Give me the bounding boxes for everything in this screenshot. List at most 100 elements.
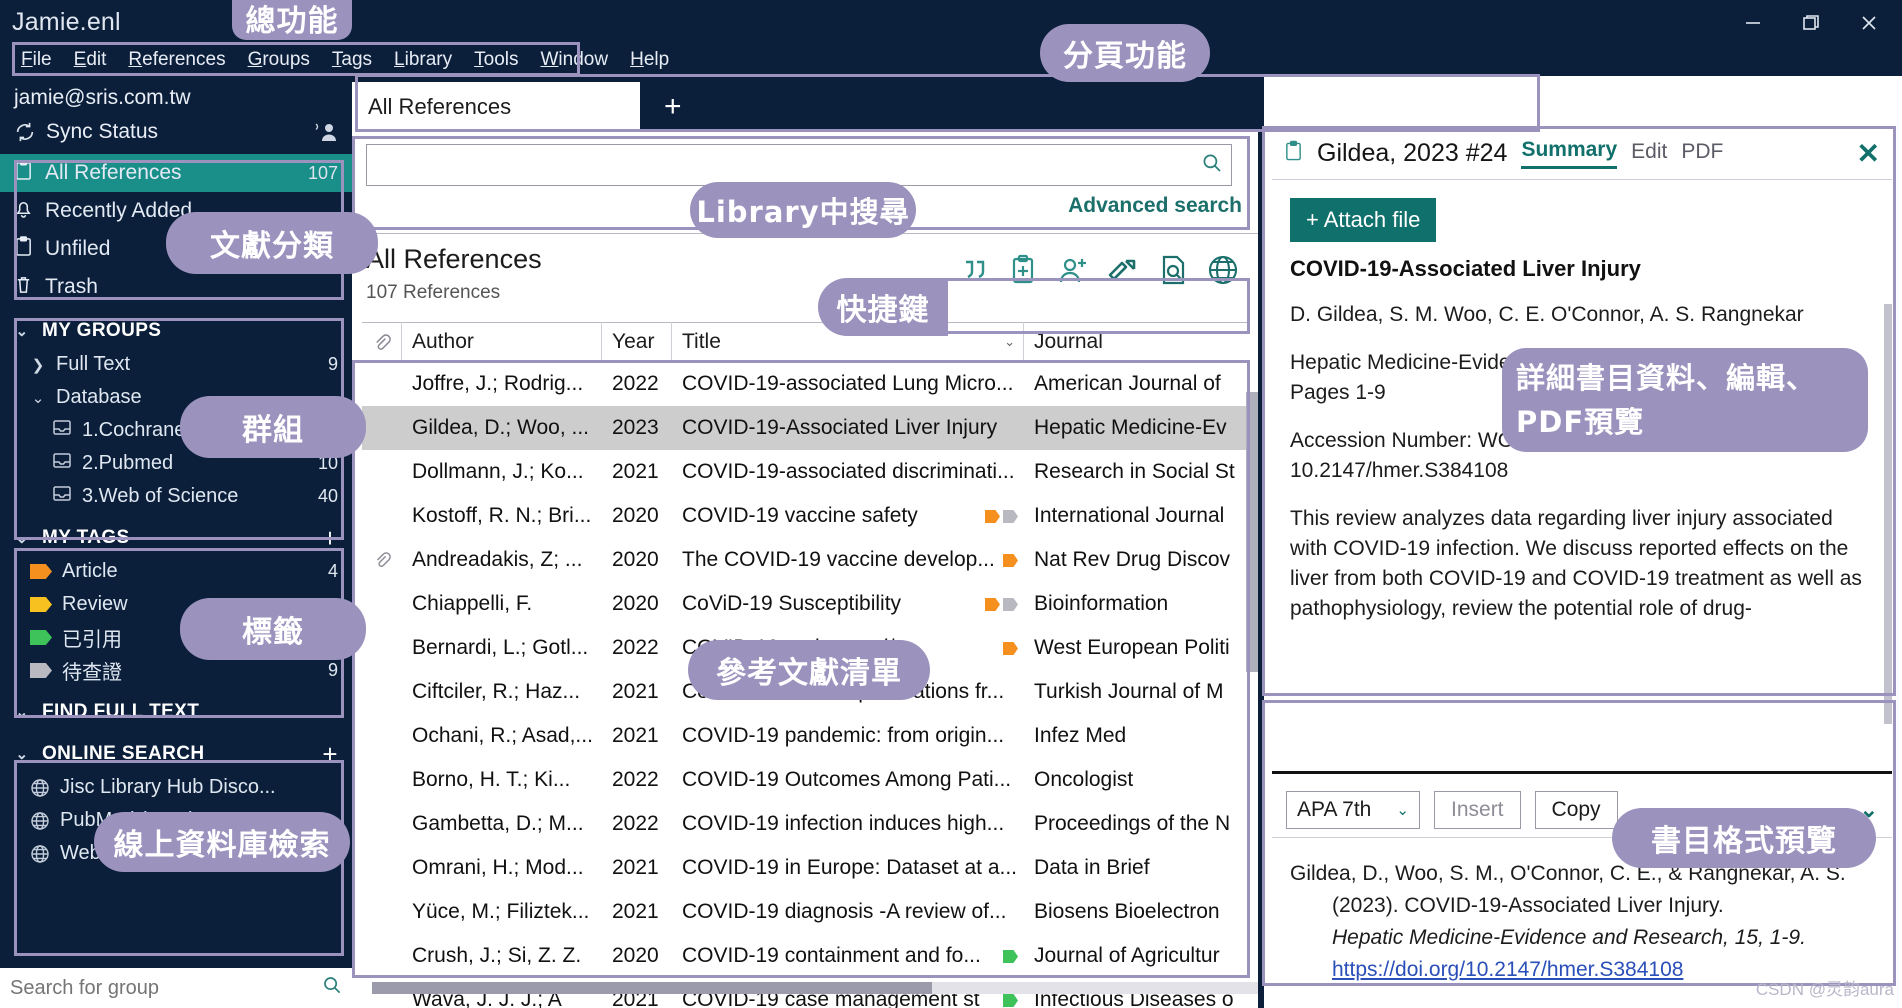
tab-summary[interactable]: Summary — [1521, 138, 1618, 169]
citation-doi-link[interactable]: https://doi.org/10.2147/hmer.S384108 — [1332, 958, 1683, 981]
menu-help[interactable]: Help — [619, 46, 680, 74]
sync-status-row[interactable]: Sync Status — [0, 116, 352, 154]
table-row[interactable]: Gildea, D.; Woo, ... 2023 COVID-19-Associa… — [362, 406, 1248, 450]
cell-author: Omrani, H.; Mod... — [412, 856, 584, 879]
add-tab-icon[interactable]: + — [640, 90, 704, 132]
table-row[interactable]: Kostoff, R. N.; Bri... 2020 COVID-19 vacci… — [362, 494, 1248, 538]
column-header-journal[interactable]: Journal — [1024, 322, 1248, 362]
menu-window[interactable]: Window — [529, 46, 619, 74]
tag-count: 4 — [327, 561, 338, 581]
copy-button[interactable]: Copy — [1534, 790, 1618, 829]
cell-journal: Biosens Bioelectron — [1034, 900, 1220, 923]
reference-authors: D. Gildea, S. M. Woo, C. E. O'Connor, A.… — [1290, 303, 1804, 326]
globe-icon[interactable] — [1206, 253, 1240, 287]
menu-tags[interactable]: Tags — [321, 46, 383, 74]
attachment-icon — [362, 890, 402, 934]
export-arrow-icon[interactable] — [1106, 253, 1140, 287]
maximize-icon[interactable] — [1782, 0, 1840, 46]
tag-item-article[interactable]: Article 4 — [0, 555, 352, 588]
find-fulltext-icon[interactable] — [1156, 253, 1190, 287]
sidebar-item-all-references[interactable]: All References 107 — [0, 154, 352, 192]
cell-title: COVID-19-associated discriminati... — [682, 460, 1015, 483]
chevron-right-icon[interactable]: ❯ — [30, 356, 46, 374]
column-header-attachment[interactable] — [362, 322, 402, 362]
menu-library[interactable]: Library — [383, 46, 463, 74]
add-author-icon[interactable] — [1056, 253, 1090, 287]
menu-edit[interactable]: Edit — [63, 46, 118, 74]
tag-color-icon — [30, 663, 52, 678]
group-item-full-text[interactable]: ❯ Full Text 9 — [0, 348, 352, 381]
quote-icon[interactable] — [956, 253, 990, 287]
chevron-down-icon[interactable]: ⌄ — [30, 389, 46, 407]
table-row[interactable]: Andreadakis, Z; ... 2020 The COVID-19 vacc… — [362, 538, 1248, 582]
table-row[interactable]: Chiappelli, F. 2020 CoViD-19 Susceptibilit… — [362, 582, 1248, 626]
callout-main-functions: 總功能 — [232, 0, 352, 40]
callout-reference-list: 參考文獻清單 — [688, 640, 930, 700]
cell-author: Joffre, J.; Rodrig... — [412, 372, 584, 395]
watermark: CSDN @灵韵aura — [1755, 980, 1894, 999]
sidebar-item-count: 107 — [307, 162, 338, 183]
add-online-source-icon[interactable]: + — [322, 741, 338, 767]
detail-panel-header: Gildea, 2023 #24 Summary Edit PDF ✕ — [1272, 128, 1892, 180]
callout-doc-category: 文獻分類 — [166, 212, 378, 274]
tab-edit[interactable]: Edit — [1631, 140, 1667, 168]
search-group-input[interactable] — [10, 976, 300, 1000]
table-row[interactable]: Yüce, M.; Filiztek... 2021 COVID-19 diagno… — [362, 890, 1248, 934]
cell-year: 2021 — [612, 900, 659, 923]
online-source-jisc[interactable]: Jisc Library Hub Disco... — [0, 771, 352, 804]
my-groups-header[interactable]: ⌄ MY GROUPS — [0, 314, 352, 348]
column-header-year[interactable]: Year — [602, 322, 672, 362]
close-icon[interactable]: ✕ — [1857, 137, 1880, 170]
sort-chevron-icon[interactable]: ⌄ — [1004, 334, 1015, 350]
table-row[interactable]: Gambetta, D.; M... 2022 COVID-19 infection… — [362, 802, 1248, 846]
find-full-text-header[interactable]: ⌄ FIND FULL TEXT — [0, 695, 352, 729]
menu-tools[interactable]: Tools — [463, 46, 529, 74]
table-row[interactable]: Joffre, J.; Rodrig... 2022 COVID-19-associ… — [362, 362, 1248, 406]
group-label: Full Text — [56, 353, 131, 375]
minimize-icon[interactable] — [1724, 0, 1782, 46]
chevron-down-icon: ⌄ — [15, 323, 29, 340]
group-search-bar[interactable] — [0, 968, 352, 1008]
advanced-search-link[interactable]: Advanced search — [1068, 194, 1242, 218]
table-row[interactable]: Ochani, R.; Asad,... 2021 COVID-19 pandemi… — [362, 714, 1248, 758]
chevron-down-icon: ⌄ — [15, 746, 29, 763]
my-tags-header[interactable]: ⌄ MY TAGS + — [0, 521, 352, 555]
group-icon — [52, 485, 72, 508]
menu-references[interactable]: References — [117, 46, 236, 74]
table-row[interactable]: Crush, J.; Si, Z. Z. 2020 COVID-19 contain… — [362, 934, 1248, 978]
citation-line-3: Hepatic Medicine-Evidence and Research, … — [1332, 926, 1806, 949]
close-icon[interactable] — [1840, 0, 1898, 46]
callout-groups: 群組 — [180, 396, 366, 458]
library-search-field[interactable] — [366, 144, 1232, 186]
table-vertical-scrollbar[interactable] — [1246, 392, 1258, 672]
group-item-web-of-science[interactable]: 3.Web of Science 40 — [0, 480, 352, 513]
row-tag-icons — [1003, 642, 1018, 655]
add-tag-icon[interactable]: + — [322, 525, 338, 551]
citation-style-select[interactable]: APA 7th ⌄ — [1286, 790, 1420, 829]
journal-pages: Pages 1-9 — [1290, 381, 1386, 404]
tab-all-references[interactable]: All References — [352, 82, 640, 132]
table-horizontal-scrollbar[interactable] — [372, 982, 1258, 994]
search-icon[interactable] — [1201, 152, 1223, 179]
sync-status-label: Sync Status — [46, 120, 159, 143]
menu-file[interactable]: File — [10, 46, 63, 74]
insert-button[interactable]: Insert — [1434, 790, 1521, 829]
library-search-input[interactable] — [367, 153, 1167, 177]
menu-groups[interactable]: Groups — [237, 46, 321, 74]
share-user-icon[interactable] — [312, 121, 338, 143]
attachment-icon — [362, 714, 402, 758]
column-header-author[interactable]: Author — [402, 322, 602, 362]
group-label: 2.Pubmed — [82, 452, 174, 474]
table-row[interactable]: Borno, H. T.; Ki... 2022 COVID-19 Outcomes… — [362, 758, 1248, 802]
table-row[interactable]: Omrani, H.; Mod... 2021 COVID-19 in Europe… — [362, 846, 1248, 890]
globe-icon — [30, 844, 50, 864]
tab-pdf[interactable]: PDF — [1681, 140, 1723, 168]
cell-author: Chiappelli, F. — [412, 592, 533, 615]
attachment-icon — [362, 626, 402, 670]
attach-file-button[interactable]: + Attach file — [1290, 198, 1437, 242]
online-search-header[interactable]: ⌄ ONLINE SEARCH + — [0, 737, 352, 771]
detail-scrollbar[interactable] — [1884, 304, 1892, 724]
cell-year: 2021 — [612, 680, 659, 703]
table-row[interactable]: Dollmann, J.; Ko... 2021 COVID-19-associat… — [362, 450, 1248, 494]
add-clipboard-icon[interactable] — [1006, 253, 1040, 287]
